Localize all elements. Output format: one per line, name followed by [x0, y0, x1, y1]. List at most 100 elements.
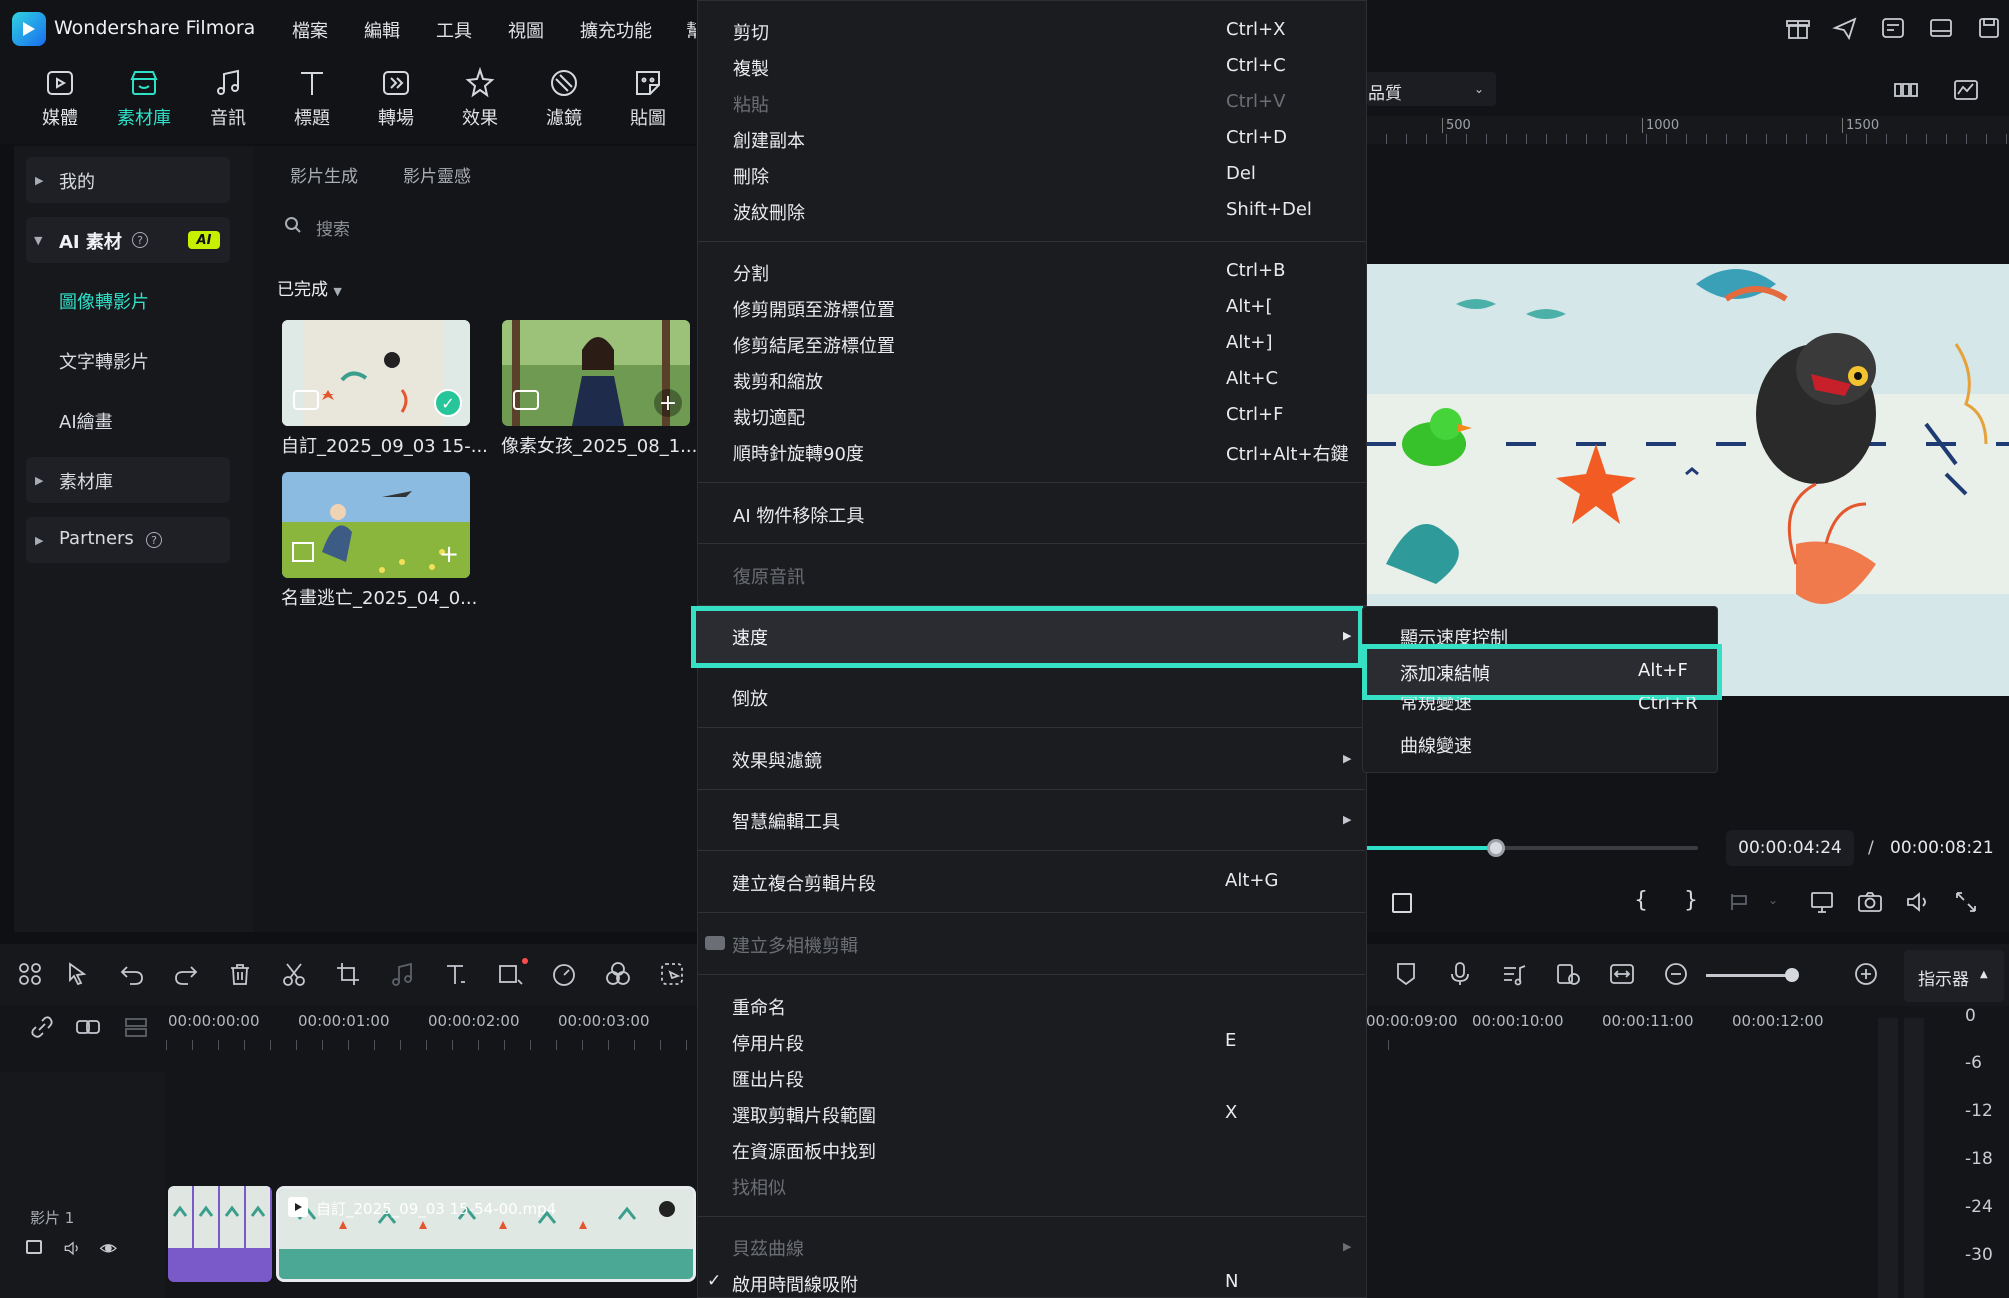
- add-icon[interactable]: +: [654, 389, 682, 417]
- layout-grid-icon[interactable]: [16, 960, 46, 990]
- tab-titles[interactable]: 標題: [274, 66, 350, 142]
- track-manage-icon[interactable]: [122, 1013, 152, 1043]
- nav-ai-painting[interactable]: AI繪畫: [59, 408, 113, 434]
- menu-item-split[interactable]: 分割: [733, 260, 769, 286]
- submenu-item-speed-ramp[interactable]: 曲線變速: [1400, 732, 1472, 758]
- menu-item-ai-object-remover[interactable]: AI 物件移除工具: [733, 502, 864, 528]
- submenu-item-freeze-frame[interactable]: 添加凍結幀: [1400, 660, 1490, 686]
- menu-help[interactable]: 幫: [686, 17, 696, 43]
- menu-item-bezier[interactable]: 貝茲曲線: [732, 1235, 804, 1261]
- undo-icon[interactable]: [118, 960, 148, 990]
- delete-icon[interactable]: [226, 960, 256, 990]
- menu-tools[interactable]: 工具: [436, 17, 472, 43]
- help-icon[interactable]: ?: [146, 532, 162, 548]
- audio-edit-icon[interactable]: [388, 960, 418, 990]
- zoom-out-icon[interactable]: [1662, 960, 1692, 990]
- tab-filters[interactable]: 濾鏡: [526, 66, 602, 142]
- menu-item-disable-clip[interactable]: 停用片段: [732, 1030, 804, 1056]
- menu-edit[interactable]: 編輯: [364, 17, 400, 43]
- menu-item-multicam[interactable]: 建立多相機剪輯: [732, 932, 858, 958]
- snapshot-icon[interactable]: [1856, 888, 1886, 918]
- select-tool-icon[interactable]: [64, 960, 94, 990]
- menu-item-rename[interactable]: 重命名: [732, 994, 786, 1020]
- submenu-item-uniform-speed[interactable]: 常規變速: [1400, 697, 1472, 711]
- add-icon[interactable]: +: [436, 540, 462, 568]
- project-icon[interactable]: [1879, 14, 1909, 44]
- crop-icon[interactable]: [334, 960, 364, 990]
- link-icon[interactable]: [28, 1013, 58, 1043]
- fit-timeline-icon[interactable]: [1608, 960, 1638, 990]
- tab-media[interactable]: 媒體: [22, 66, 98, 142]
- shape-tool-icon[interactable]: [496, 960, 526, 990]
- grid-view-icon[interactable]: [1892, 76, 1922, 106]
- menu-item-reverse[interactable]: 倒放: [732, 685, 768, 711]
- audio-mixer-icon[interactable]: [1500, 960, 1530, 990]
- tab-audio[interactable]: 音訊: [190, 66, 266, 142]
- menu-item-smart-edit[interactable]: 智慧編輯工具: [732, 808, 840, 834]
- menu-item-speed[interactable]: 速度: [732, 624, 768, 650]
- menu-item-cut[interactable]: 剪切: [733, 19, 769, 45]
- send-icon[interactable]: [1831, 14, 1861, 44]
- playhead-knob[interactable]: [1487, 839, 1505, 857]
- menu-item-find-similar[interactable]: 找相似: [732, 1174, 786, 1200]
- marker-icon[interactable]: [1392, 960, 1422, 990]
- auto-sync-icon[interactable]: [1554, 960, 1584, 990]
- speed-tool-icon[interactable]: [550, 960, 580, 990]
- group-icon[interactable]: [74, 1013, 104, 1043]
- menu-item-crop-zoom[interactable]: 裁剪和縮放: [733, 368, 823, 394]
- text-tool-icon[interactable]: [442, 960, 472, 990]
- insert-icon[interactable]: [1726, 888, 1756, 918]
- menu-file[interactable]: 檔案: [292, 17, 328, 43]
- menu-view[interactable]: 視圖: [508, 17, 544, 43]
- scope-icon[interactable]: [1952, 76, 1982, 106]
- menu-item-select-range[interactable]: 選取剪輯片段範圍: [732, 1102, 876, 1128]
- microphone-icon[interactable]: [1446, 960, 1476, 990]
- menu-item-find-in-media[interactable]: 在資源面板中找到: [732, 1138, 876, 1164]
- mark-out-button[interactable]: }: [1684, 888, 1698, 913]
- layout-icon[interactable]: [1927, 14, 1957, 44]
- stop-icon[interactable]: [1392, 893, 1412, 913]
- search-input[interactable]: 搜索: [316, 215, 350, 240]
- menu-item-copy[interactable]: 複製: [733, 55, 769, 81]
- menu-item-restore-audio[interactable]: 復原音訊: [733, 563, 805, 589]
- gift-icon[interactable]: [1784, 14, 1814, 44]
- menu-extensions[interactable]: 擴充功能: [580, 17, 652, 43]
- tab-stickers[interactable]: 貼圖: [610, 66, 686, 142]
- zoom-slider-knob[interactable]: [1785, 968, 1799, 982]
- zoom-slider-track[interactable]: [1706, 974, 1796, 977]
- ai-tool-icon[interactable]: [658, 960, 688, 990]
- mark-in-button[interactable]: {: [1634, 888, 1648, 913]
- cut-icon[interactable]: [280, 960, 310, 990]
- volume-icon[interactable]: [1904, 888, 1934, 918]
- lock-icon[interactable]: [26, 1240, 42, 1254]
- menu-item-export-clip[interactable]: 匯出片段: [732, 1066, 804, 1092]
- menu-item-rotate[interactable]: 順時針旋轉90度: [733, 440, 864, 466]
- eye-icon[interactable]: [99, 1239, 120, 1260]
- help-icon[interactable]: ?: [132, 232, 148, 248]
- menu-item-trim-end[interactable]: 修剪結尾至游標位置: [733, 332, 895, 358]
- menu-item-paste[interactable]: 粘貼: [733, 91, 769, 117]
- tab-video-inspiration[interactable]: 影片靈感: [403, 162, 471, 187]
- zoom-in-icon[interactable]: [1852, 960, 1882, 990]
- menu-item-trim-start[interactable]: 修剪開頭至游標位置: [733, 296, 895, 322]
- track-volume-icon[interactable]: [63, 1239, 84, 1260]
- tab-transitions[interactable]: 轉場: [358, 66, 434, 142]
- menu-item-delete[interactable]: 刪除: [733, 163, 769, 189]
- color-tool-icon[interactable]: [604, 960, 634, 990]
- fullscreen-icon[interactable]: [1952, 888, 1982, 918]
- nav-mine[interactable]: [26, 157, 230, 203]
- filter-dropdown[interactable]: 已完成 ▼: [277, 275, 342, 300]
- stacked-clips[interactable]: [168, 1186, 272, 1282]
- nav-image-to-video[interactable]: 圖像轉影片: [59, 288, 149, 314]
- menu-item-crop-fit[interactable]: 裁切適配: [733, 404, 805, 430]
- nav-library[interactable]: [26, 457, 230, 503]
- tab-store[interactable]: 素材庫: [106, 66, 182, 142]
- display-icon[interactable]: [1808, 888, 1838, 918]
- tab-effects[interactable]: 效果: [442, 66, 518, 142]
- menu-item-snapping[interactable]: 啟用時間線吸附: [732, 1271, 858, 1297]
- redo-icon[interactable]: [172, 960, 202, 990]
- save-icon[interactable]: [1975, 14, 2005, 44]
- menu-item-compound-clip[interactable]: 建立複合剪輯片段: [732, 870, 876, 896]
- nav-text-to-video[interactable]: 文字轉影片: [59, 348, 149, 374]
- menu-item-speed-highlight[interactable]: [691, 606, 1363, 668]
